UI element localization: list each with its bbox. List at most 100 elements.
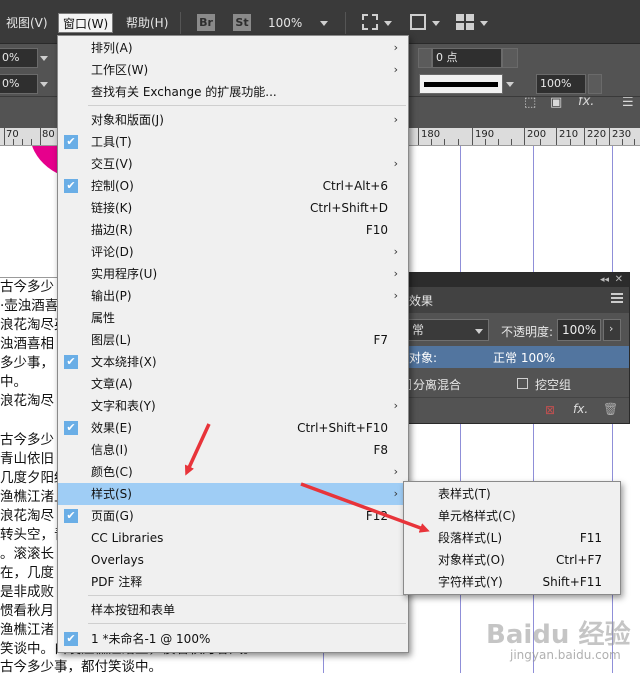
panel-opacity-field[interactable]: 100%: [557, 319, 601, 341]
stroke-type-swatch[interactable]: [419, 74, 503, 94]
check-icon: ✔: [64, 421, 78, 435]
scale-y-dropdown-icon[interactable]: [40, 82, 48, 87]
screen-mode-icon[interactable]: [410, 14, 426, 30]
knockout-group-label: 挖空组: [535, 378, 572, 392]
text-line[interactable]: ·壶浊酒喜: [0, 296, 58, 316]
object-effect-row[interactable]: 对象: 正常 100%: [383, 346, 629, 368]
scale-x-dropdown-icon[interactable]: [40, 56, 48, 61]
text-line[interactable]: 。滚滚长: [0, 544, 54, 564]
opacity-label: 不透明度:: [501, 325, 554, 339]
menu-item-info[interactable]: 信息(I) F8: [58, 439, 408, 461]
scale-x-field[interactable]: 0%: [0, 48, 38, 68]
text-line[interactable]: 多少事，: [0, 353, 54, 373]
arrange-documents-icon[interactable]: [456, 14, 474, 30]
submenu-arrow-icon: ›: [393, 157, 398, 170]
stroke-type-dropdown-icon[interactable]: [506, 82, 514, 87]
menu-item-workspace[interactable]: 工作区(W) ›: [58, 59, 408, 81]
text-line[interactable]: 惯看秋月: [0, 601, 54, 621]
fx-button[interactable]: fx.: [573, 402, 588, 416]
text-line[interactable]: 浪花淘尽: [0, 391, 54, 411]
menu-item-links[interactable]: 链接(K) Ctrl+Shift+D: [58, 197, 408, 219]
collapse-icon[interactable]: ◂◂: [600, 273, 609, 287]
menu-item-output[interactable]: 输出(P) ›: [58, 285, 408, 307]
submenu-item-object-styles[interactable]: 对象样式(O) Ctrl+F7: [404, 549, 620, 571]
menu-window[interactable]: 窗口(W): [58, 13, 114, 33]
menu-item-layers[interactable]: 图层(L) F7: [58, 329, 408, 351]
submenu-item-paragraph-styles[interactable]: 段落样式(L) F11: [404, 527, 620, 549]
menu-item-stroke[interactable]: 描边(R) F10: [58, 219, 408, 241]
submenu-item-table-styles[interactable]: 表样式(T): [404, 483, 620, 505]
text-line[interactable]: 中。: [0, 372, 27, 392]
menu-item-color[interactable]: 颜色(C) ›: [58, 461, 408, 483]
panel-title-bar[interactable]: ◂◂ ✕: [383, 273, 629, 287]
menu-item-tools[interactable]: ✔ 工具(T): [58, 131, 408, 153]
menu-item-sample-buttons[interactable]: 样本按钮和表单: [58, 599, 408, 621]
text-line[interactable]: 古今多少: [0, 430, 54, 450]
menu-item-pages[interactable]: ✔ 页面(G) F12: [58, 505, 408, 527]
scale-y-field[interactable]: 0%: [0, 74, 38, 94]
text-line[interactable]: 浊酒喜相: [0, 334, 54, 354]
close-icon[interactable]: ✕: [615, 273, 623, 287]
submenu-item-cell-styles[interactable]: 单元格样式(C): [404, 505, 620, 527]
ruler-label: 200: [527, 129, 547, 140]
watermark-brand: Baidu 经验: [486, 620, 631, 650]
menu-item-review[interactable]: 评论(D) ›: [58, 241, 408, 263]
stroke-weight-field[interactable]: 0 点: [432, 48, 502, 68]
menu-item-effects[interactable]: ✔ 效果(E) Ctrl+Shift+F10: [58, 417, 408, 439]
view-options-dropdown-icon[interactable]: [384, 21, 392, 26]
panel-opacity-stepper[interactable]: ›: [603, 319, 621, 341]
menu-item-properties[interactable]: 属性: [58, 307, 408, 329]
stroke-weight-dropdown[interactable]: [502, 48, 518, 68]
opacity-field[interactable]: 100%: [536, 74, 586, 94]
text-line[interactable]: 古今多少事，都付笑谈中。: [0, 657, 162, 673]
submenu-arrow-icon: ›: [393, 487, 398, 500]
ruler-label: 80: [42, 129, 55, 140]
submenu-arrow-icon: ›: [393, 399, 398, 412]
text-line[interactable]: 浪花淘尽: [0, 506, 54, 526]
screen-mode-dropdown-icon[interactable]: [432, 21, 440, 26]
frame-fitting-icon[interactable]: ⬚: [524, 95, 536, 111]
check-icon: ✔: [64, 632, 78, 646]
text-line[interactable]: 是非成败: [0, 582, 54, 602]
submenu-item-character-styles[interactable]: 字符样式(Y) Shift+F11: [404, 571, 620, 593]
menu-item-type-tables[interactable]: 文字和表(Y) ›: [58, 395, 408, 417]
menu-help[interactable]: 帮助(H): [122, 13, 172, 33]
menu-item-utilities[interactable]: 实用程序(U) ›: [58, 263, 408, 285]
zoom-level[interactable]: 100%: [264, 13, 306, 33]
menu-item-document[interactable]: ✔ 1 *未命名-1 @ 100%: [58, 628, 408, 650]
menu-item-story[interactable]: 文章(A): [58, 373, 408, 395]
opacity-stepper[interactable]: [588, 74, 602, 94]
knockout-group-checkbox[interactable]: [517, 378, 528, 389]
baidu-watermark: Baidu 经验 jingyan.baidu.com: [486, 614, 636, 670]
menu-item-text-wrap[interactable]: ✔ 文本绕排(X): [58, 351, 408, 373]
menu-item-pdf-comments[interactable]: PDF 注释: [58, 571, 408, 593]
menu-item-interactive[interactable]: 交互(V) ›: [58, 153, 408, 175]
object-value: 正常 100%: [493, 351, 556, 365]
text-line[interactable]: 古今多少: [0, 277, 54, 297]
submenu-arrow-icon: ›: [393, 245, 398, 258]
align-icon[interactable]: ☰: [622, 95, 634, 111]
menu-item-cc-libraries[interactable]: CC Libraries: [58, 527, 408, 549]
panel-menu-icon[interactable]: [611, 293, 623, 303]
text-line[interactable]: 渔樵江渚: [0, 620, 54, 640]
text-line[interactable]: 青山依旧: [0, 449, 54, 469]
text-line[interactable]: 在，几度: [0, 563, 54, 583]
blend-mode-dropdown-icon[interactable]: [475, 329, 483, 334]
zoom-dropdown-icon[interactable]: [320, 21, 328, 26]
shadow-icon[interactable]: ▣: [550, 95, 562, 111]
menu-item-exchange[interactable]: 查找有关 Exchange 的扩展功能...: [58, 81, 408, 103]
clear-effects-icon[interactable]: ⊠: [545, 403, 555, 417]
check-icon: ✔: [64, 355, 78, 369]
arrange-dropdown-icon[interactable]: [480, 21, 488, 26]
trash-icon[interactable]: 🗑: [603, 402, 618, 416]
menu-item-arrange[interactable]: 排列(A) ›: [58, 37, 408, 59]
menu-item-object-layout[interactable]: 对象和版面(J) ›: [58, 109, 408, 131]
menu-item-control[interactable]: ✔ 控制(O) Ctrl+Alt+6: [58, 175, 408, 197]
menu-item-overlays[interactable]: Overlays: [58, 549, 408, 571]
view-options-icon[interactable]: [362, 14, 378, 30]
menu-item-styles[interactable]: 样式(S) ›: [58, 483, 408, 505]
stroke-weight-stepper[interactable]: [418, 48, 432, 68]
stock-button[interactable]: St: [233, 14, 251, 31]
bridge-button[interactable]: Br: [197, 14, 215, 31]
menu-view[interactable]: 视图(V): [2, 13, 52, 33]
